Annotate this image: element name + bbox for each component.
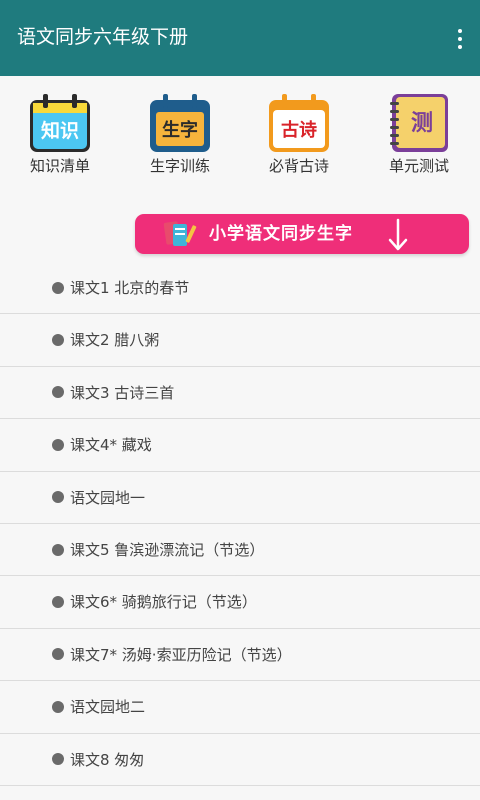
- calendar-knowledge-icon: 知识: [27, 92, 93, 154]
- lesson-list: 课文1 北京的春节 课文2 腊八粥 课文3 古诗三首 课文4* 藏戏 语文园地一…: [0, 262, 480, 786]
- tile-icon-text: 生字: [162, 119, 198, 141]
- list-item[interactable]: 课文4* 藏戏: [0, 419, 480, 472]
- bullet-icon: [52, 753, 64, 766]
- notebook-test-icon: 测: [386, 92, 452, 154]
- list-item[interactable]: 课文1 北京的春节: [0, 262, 480, 315]
- list-item[interactable]: 课文7* 汤姆·索亚历险记（节选）: [0, 629, 480, 682]
- list-item[interactable]: 语文园地二: [0, 681, 480, 734]
- books-pencil-icon: [161, 219, 201, 249]
- lesson-title: 课文1 北京的春节: [70, 279, 190, 297]
- lesson-title: 课文5 鲁滨逊漂流记（节选）: [70, 540, 265, 559]
- feature-grid: 知识 知识清单 生字 生字训练 古诗 必背古诗 测 单元测试: [0, 92, 480, 184]
- tile-character-training[interactable]: 生字 生字训练: [130, 92, 230, 182]
- tile-icon-text: 知识: [41, 119, 79, 142]
- banner-text: 小学语文同步生字: [209, 224, 353, 244]
- app-title: 语文同步六年级下册: [17, 26, 189, 48]
- bullet-icon: [52, 281, 64, 294]
- list-item[interactable]: 课文8 匆匆: [0, 734, 480, 786]
- bullet-icon: [52, 648, 64, 661]
- app-bar: 语文同步六年级下册: [0, 0, 480, 76]
- tile-label: 生字训练: [149, 157, 210, 175]
- list-item[interactable]: 课文2 腊八粥: [0, 314, 480, 367]
- lesson-title: 课文3 古诗三首: [70, 383, 175, 402]
- lesson-title: 语文园地一: [70, 488, 146, 507]
- list-item[interactable]: 课文6* 骑鹅旅行记（节选）: [0, 576, 480, 629]
- lesson-title: 课文8 匆匆: [70, 750, 145, 769]
- lesson-title: 课文6* 骑鹅旅行记（节选）: [70, 593, 257, 612]
- lesson-title: 语文园地二: [70, 698, 146, 717]
- list-item[interactable]: 课文3 古诗三首: [0, 367, 480, 420]
- tile-unit-test[interactable]: 测 单元测试: [369, 92, 469, 182]
- tile-icon-text: 古诗: [281, 119, 317, 141]
- bullet-icon: [52, 596, 64, 609]
- tile-label: 知识清单: [29, 157, 90, 175]
- calendar-poem-icon: 古诗: [266, 92, 332, 154]
- bullet-icon: [52, 438, 64, 451]
- lesson-title: 课文7* 汤姆·索亚历险记（节选）: [70, 645, 292, 664]
- bullet-icon: [52, 700, 64, 713]
- tile-knowledge-list[interactable]: 知识 知识清单: [10, 92, 110, 182]
- bullet-icon: [52, 543, 64, 556]
- calendar-characters-icon: 生字: [147, 92, 213, 154]
- lesson-title: 课文4* 藏戏: [70, 436, 152, 455]
- character-sync-banner[interactable]: 小学语文同步生字: [135, 214, 469, 254]
- tile-classic-poems[interactable]: 古诗 必背古诗: [249, 92, 349, 182]
- tile-label: 必背古诗: [268, 157, 329, 175]
- lesson-title: 课文2 腊八粥: [70, 331, 160, 350]
- tile-icon-text: 测: [411, 111, 433, 136]
- bullet-icon: [52, 491, 64, 504]
- bullet-icon: [52, 386, 64, 399]
- arrow-down-icon: [387, 218, 409, 252]
- bullet-icon: [52, 334, 64, 347]
- list-item[interactable]: 语文园地一: [0, 472, 480, 524]
- tile-label: 单元测试: [388, 157, 449, 175]
- overflow-menu-icon[interactable]: [450, 26, 470, 52]
- list-item[interactable]: 课文5 鲁滨逊漂流记（节选）: [0, 524, 480, 577]
